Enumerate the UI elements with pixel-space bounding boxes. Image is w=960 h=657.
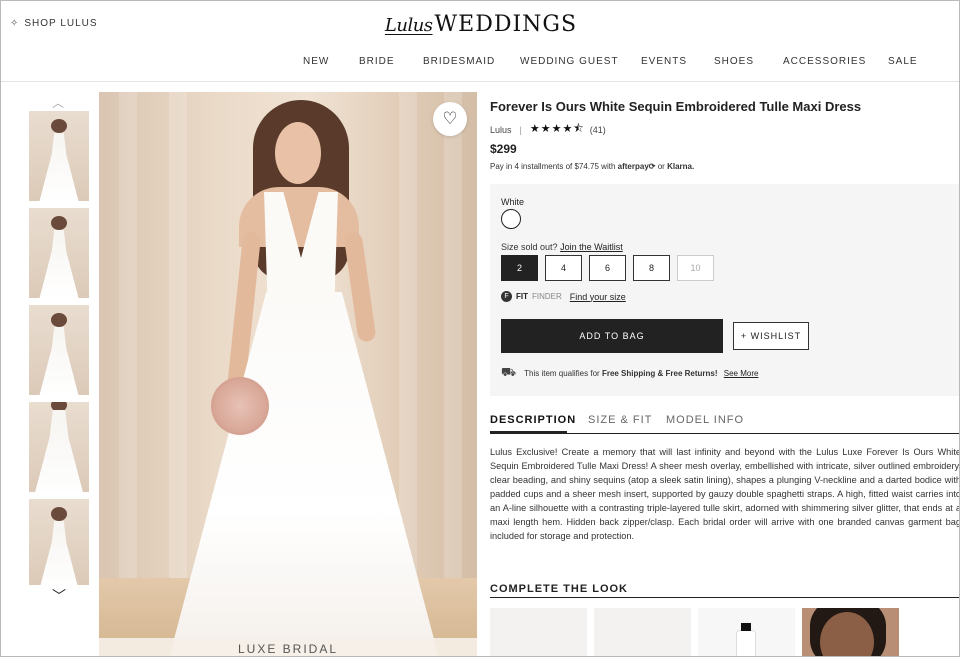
thumbnail-3[interactable] (29, 305, 89, 395)
size-label: Size sold out? Join the Waitlist (501, 242, 623, 252)
active-tab-indicator (490, 431, 567, 434)
afterpay-logo[interactable]: afterpay⟳ (618, 162, 656, 171)
look-item-4[interactable] (802, 608, 899, 656)
wishlist-button[interactable]: + WISHLIST (733, 322, 809, 350)
divider: | (519, 124, 522, 135)
color-swatch-white[interactable] (501, 209, 521, 229)
chevron-down-icon[interactable]: ﹀ (52, 586, 66, 606)
size-option-8[interactable]: 8 (633, 255, 670, 281)
complete-the-look-title: COMPLETE THE LOOK (490, 583, 628, 595)
tab-model-info[interactable]: MODEL INFO (666, 414, 744, 426)
main-nav: NEW BRIDE BRIDESMAID WEDDING GUEST EVENT… (1, 56, 959, 70)
size-option-4[interactable]: 4 (545, 255, 582, 281)
site-logo[interactable]: LulusWEDDINGS (1, 12, 959, 37)
nav-events[interactable]: EVENTS (641, 56, 687, 67)
nav-bridesmaid[interactable]: BRIDESMAID (423, 56, 495, 67)
chevron-up-icon[interactable]: ︿ (52, 94, 64, 111)
bouquet (211, 377, 269, 435)
nav-shoes[interactable]: SHOES (714, 56, 754, 67)
thumbnail-1[interactable] (29, 111, 89, 201)
fit-finder-icon: F (501, 291, 512, 302)
truck-icon: ⛟ (501, 365, 517, 379)
join-waitlist-link[interactable]: Join the Waitlist (560, 242, 623, 252)
klarna-logo[interactable]: Klarna. (667, 162, 694, 171)
thumbnail-5[interactable] (29, 499, 89, 585)
heart-icon[interactable]: ♡ (433, 102, 467, 136)
tab-description[interactable]: DESCRIPTION (490, 414, 576, 426)
product-title: Forever Is Ours White Sequin Embroidered… (490, 99, 862, 114)
product-price: $299 (490, 142, 517, 156)
look-item-3[interactable] (698, 608, 795, 656)
nav-accessories[interactable]: ACCESSORIES (783, 56, 866, 67)
size-option-10[interactable]: 10 (677, 255, 714, 281)
size-option-6[interactable]: 6 (589, 255, 626, 281)
nav-sale[interactable]: SALE (888, 56, 918, 67)
complete-the-look-divider (490, 597, 959, 598)
logo-wordmark: WEDDINGS (434, 12, 578, 37)
star-rating-icon[interactable]: ★★★★⯪ (530, 120, 585, 139)
logo-script: Lulus (384, 15, 433, 36)
tab-size-fit[interactable]: SIZE & FIT (588, 414, 652, 426)
brand-link[interactable]: Lulus (490, 125, 512, 135)
header-divider (1, 81, 959, 82)
nav-wedding-guest[interactable]: WEDDING GUEST (520, 56, 619, 67)
product-description: Lulus Exclusive! Create a memory that wi… (490, 447, 960, 541)
thumbnail-2[interactable] (29, 208, 89, 298)
installments-text: Pay in 4 installments of $74.75 with aft… (490, 162, 695, 171)
page: ✧ SHOP LULUS LulusWEDDINGS NEW BRIDE BRI… (0, 0, 960, 657)
shipping-notice: ⛟ This item qualifies for Free Shipping … (501, 365, 759, 379)
nav-bride[interactable]: BRIDE (359, 56, 395, 67)
size-option-2[interactable]: 2 (501, 255, 538, 281)
color-label: White (501, 197, 525, 207)
image-caption: LUXE BRIDAL (99, 638, 477, 656)
look-item-1[interactable] (490, 608, 587, 656)
thumbnail-4[interactable] (29, 402, 89, 492)
brand-rating-row: Lulus | ★★★★⯪ (41) (490, 120, 606, 139)
fit-finder: F FIT FINDER Find your size (501, 291, 626, 302)
add-to-bag-button[interactable]: ADD TO BAG (501, 319, 723, 353)
find-size-link[interactable]: Find your size (570, 292, 626, 302)
product-main-image[interactable] (99, 92, 477, 656)
review-count[interactable]: (41) (590, 125, 606, 135)
see-more-link[interactable]: See More (724, 369, 759, 378)
nav-new[interactable]: NEW (303, 56, 329, 67)
look-item-2[interactable] (594, 608, 691, 656)
